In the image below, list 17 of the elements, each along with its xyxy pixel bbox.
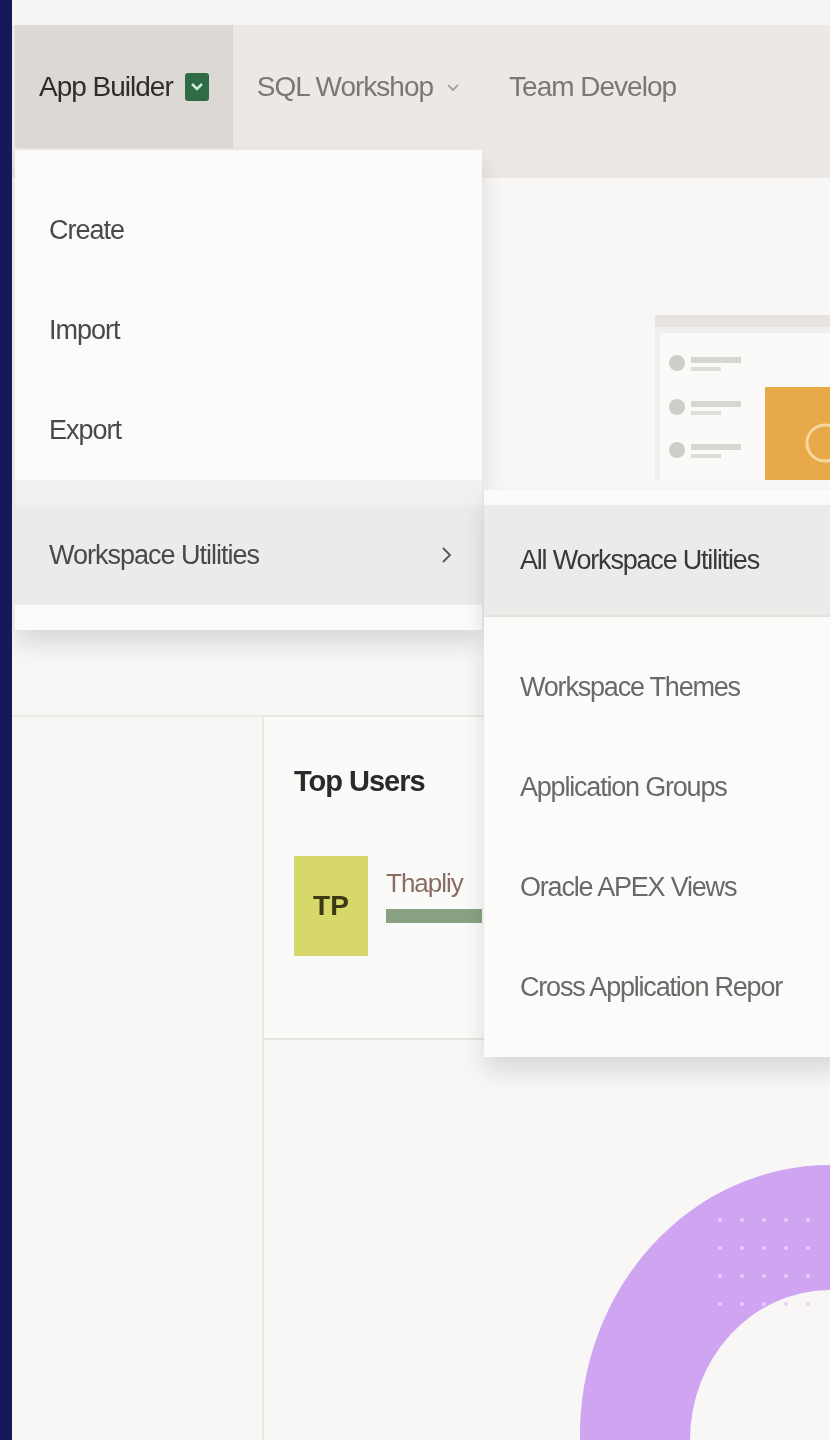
submenu-item[interactable]: All Workspace Utilities (484, 505, 830, 615)
submenu-item[interactable]: Oracle APEX Views (484, 837, 830, 937)
menu-item[interactable]: Export (15, 380, 482, 480)
nav-tab[interactable]: SQL Workshop (232, 25, 486, 148)
chevron-right-icon (440, 545, 452, 565)
submenu-item[interactable]: Workspace Themes (484, 637, 830, 737)
submenu-item[interactable]: Application Groups (484, 737, 830, 837)
user-avatar: TP (294, 856, 368, 956)
submenu-item[interactable]: Cross Application Repor (484, 937, 830, 1037)
nav-tab[interactable]: App Builder (15, 25, 233, 148)
menu-item[interactable]: Workspace Utilities (15, 505, 482, 605)
user-name: Thapliy (386, 868, 465, 899)
chevron-down-icon (184, 72, 209, 101)
menu-item[interactable]: Import (15, 280, 482, 380)
menu-item[interactable]: Create (15, 180, 482, 280)
card-title: Top Users (294, 765, 425, 798)
nav-tab[interactable]: Team Develop (485, 25, 701, 148)
